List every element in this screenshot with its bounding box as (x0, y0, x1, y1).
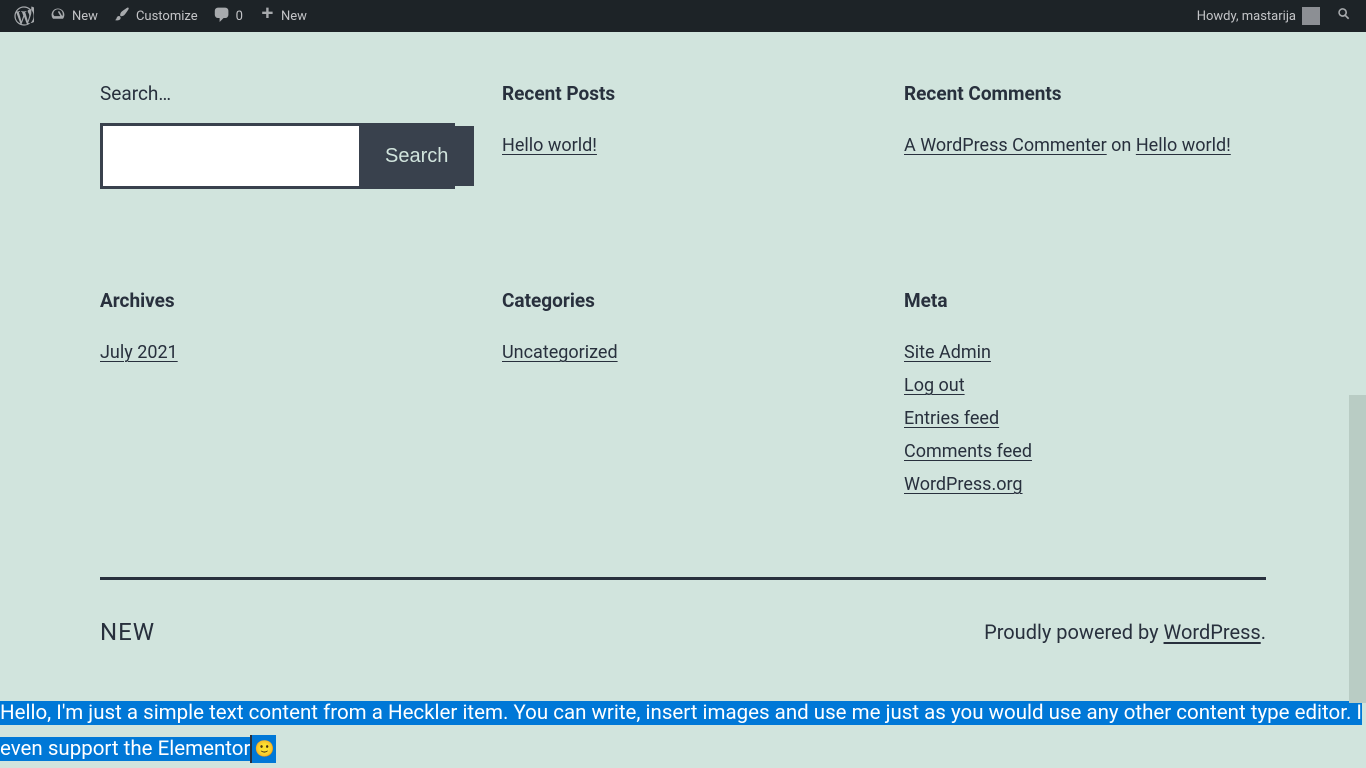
search-form: Search (100, 123, 455, 189)
list-item: Comments feed (904, 441, 1266, 462)
meta-widget: Meta Site Admin Log out Entries feed Com… (904, 289, 1266, 507)
footer-widgets: Search… Search Recent Posts Hello world!… (0, 32, 1366, 646)
scrollbar-thumb[interactable] (1349, 395, 1366, 703)
meta-comments-feed-link[interactable]: Comments feed (904, 441, 1032, 462)
search-input[interactable] (103, 126, 359, 186)
search-label: Search… (100, 82, 462, 105)
footer-separator (100, 577, 1266, 580)
comment-author-link[interactable]: A WordPress Commenter (904, 135, 1107, 156)
comment-on: on (1107, 135, 1136, 156)
list-item: July 2021 (100, 342, 462, 363)
powered-by: Proudly powered by WordPress. (984, 620, 1266, 644)
meta-wporg-link[interactable]: WordPress.org (904, 474, 1023, 495)
powered-suffix: . (1261, 620, 1266, 644)
powered-prefix: Proudly powered by (984, 620, 1163, 644)
recent-comment-entry: A WordPress Commenter on Hello world! (904, 135, 1266, 156)
meta-site-admin-link[interactable]: Site Admin (904, 342, 991, 363)
site-footer: NEW Proudly powered by WordPress. (100, 618, 1266, 646)
archives-widget: Archives July 2021 (100, 289, 462, 507)
adminbar-new[interactable]: New (251, 0, 315, 32)
list-item: WordPress.org (904, 474, 1266, 495)
heckler-emoji: 🙂 (250, 735, 276, 763)
archives-title: Archives (100, 289, 462, 312)
recent-posts-widget: Recent Posts Hello world! (502, 82, 864, 189)
list-item: Uncategorized (502, 342, 864, 363)
adminbar-comment-count: 0 (236, 9, 243, 24)
search-button[interactable]: Search (359, 126, 474, 186)
adminbar-left: New Customize 0 New (6, 0, 315, 32)
adminbar-account[interactable]: Howdy, mastarija (1189, 0, 1328, 32)
heckler-line2a: even support the Elementor (0, 737, 250, 761)
recent-comments-title: Recent Comments (904, 82, 1266, 105)
categories-widget: Categories Uncategorized (502, 289, 864, 507)
comment-post-link[interactable]: Hello world! (1136, 135, 1231, 156)
avatar (1302, 7, 1320, 25)
comment-icon (214, 6, 230, 26)
adminbar-new-label: New (281, 9, 307, 24)
recent-comments-widget: Recent Comments A WordPress Commenter on… (904, 82, 1266, 189)
heckler-text: Hello, I'm just a simple text content fr… (0, 696, 1366, 768)
adminbar-comments[interactable]: 0 (206, 0, 251, 32)
adminbar-howdy: Howdy, mastarija (1197, 9, 1296, 24)
archive-link[interactable]: July 2021 (100, 342, 178, 363)
list-item: Hello world! (502, 135, 864, 156)
heckler-line1: Hello, I'm just a simple text content fr… (0, 701, 1362, 725)
search-icon (1336, 6, 1352, 26)
search-widget: Search… Search (100, 82, 462, 189)
category-link[interactable]: Uncategorized (502, 342, 618, 363)
meta-entries-feed-link[interactable]: Entries feed (904, 408, 999, 429)
wordpress-icon (14, 6, 34, 26)
categories-title: Categories (502, 289, 864, 312)
plus-icon (259, 6, 275, 26)
brush-icon (114, 6, 130, 26)
list-item: Log out (904, 375, 1266, 396)
adminbar-right: Howdy, mastarija (1189, 0, 1360, 32)
footer-site-title[interactable]: NEW (100, 618, 155, 646)
wp-logo[interactable] (6, 0, 42, 32)
dashboard-icon (50, 6, 66, 26)
adminbar-site-name-label: New (72, 9, 98, 24)
adminbar-customize-label: Customize (136, 9, 198, 24)
meta-logout-link[interactable]: Log out (904, 375, 965, 396)
adminbar-search[interactable] (1328, 0, 1360, 32)
list-item: Site Admin (904, 342, 1266, 363)
meta-title: Meta (904, 289, 1266, 312)
recent-posts-title: Recent Posts (502, 82, 864, 105)
adminbar-customize[interactable]: Customize (106, 0, 206, 32)
powered-link[interactable]: WordPress (1164, 620, 1261, 644)
recent-post-link[interactable]: Hello world! (502, 135, 597, 156)
list-item: Entries feed (904, 408, 1266, 429)
adminbar-site-name[interactable]: New (42, 0, 106, 32)
wp-admin-bar: New Customize 0 New Howdy, mastarija (0, 0, 1366, 32)
